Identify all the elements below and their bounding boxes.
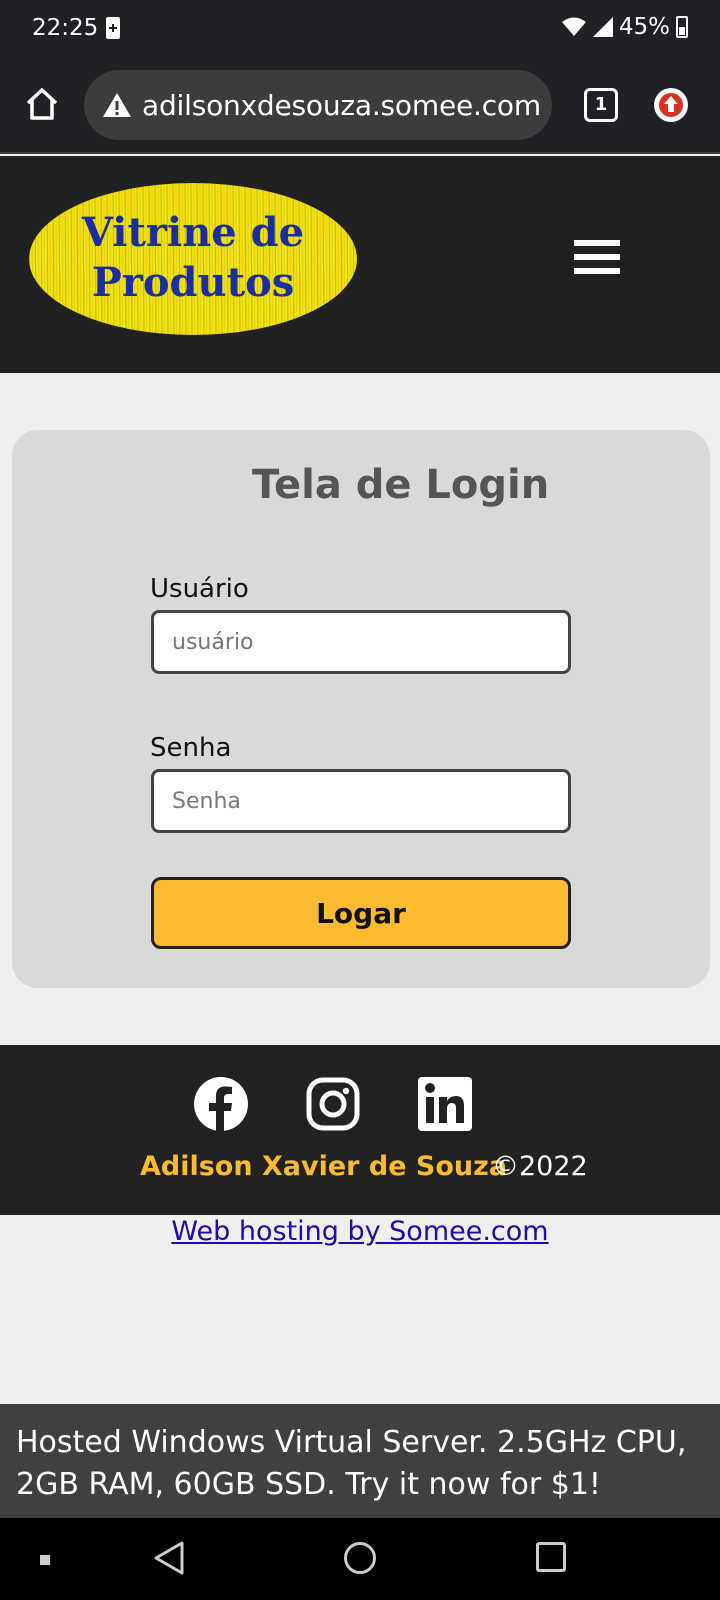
battery-icon [676, 16, 688, 38]
username-label: Usuário [150, 574, 249, 604]
login-form: Tela de Login Usuário Senha Logar [12, 430, 710, 988]
instagram-icon[interactable] [306, 1077, 360, 1131]
warning-icon[interactable] [102, 91, 132, 119]
signal-icon [592, 17, 613, 37]
password-label: Senha [150, 733, 232, 763]
login-button[interactable]: Logar [151, 877, 571, 949]
site-header: Vitrine de Produtos [0, 156, 720, 373]
keyboard-toggle-icon[interactable] [40, 1555, 50, 1565]
ad-banner[interactable]: Hosted Windows Virtual Server. 2.5GHz CP… [0, 1404, 720, 1518]
footer-copyright: ©2022 [492, 1151, 588, 1182]
address-bar[interactable]: adilsonxdesouza.somee.com [84, 70, 552, 140]
status-time: 22:25 [32, 15, 99, 41]
username-input[interactable] [151, 610, 571, 674]
hosting-link[interactable]: Web hosting by Somee.com [0, 1216, 720, 1247]
status-indicators: 45% [561, 14, 688, 40]
back-icon[interactable] [152, 1540, 186, 1576]
wifi-icon [561, 17, 586, 36]
footer-author: Adilson Xavier de Souza [140, 1151, 508, 1182]
battery-saver-icon [106, 17, 120, 39]
password-input[interactable] [151, 769, 571, 833]
facebook-icon[interactable] [194, 1077, 248, 1131]
recents-icon[interactable] [536, 1542, 566, 1572]
url-text: adilsonxdesouza.somee.com [142, 88, 541, 122]
battery-percent: 45% [618, 14, 670, 40]
tab-switcher-button[interactable]: 1 [584, 88, 618, 122]
system-nav-bar [0, 1518, 720, 1600]
login-title: Tela de Login [252, 462, 550, 508]
home-icon[interactable] [24, 86, 60, 122]
logo-line2: Produtos [92, 259, 295, 306]
status-bar: 22:25 45% [0, 0, 720, 58]
update-icon[interactable] [654, 88, 688, 122]
home-nav-icon[interactable] [344, 1542, 376, 1574]
site-logo[interactable]: Vitrine de Produtos [28, 182, 358, 336]
linkedin-icon[interactable] [418, 1077, 472, 1131]
site-footer: Adilson Xavier de Souza ©2022 [0, 1045, 720, 1215]
browser-toolbar: adilsonxdesouza.somee.com 1 [0, 58, 720, 154]
logo-line1: Vitrine de [81, 209, 304, 256]
hamburger-menu-icon[interactable] [574, 240, 620, 274]
